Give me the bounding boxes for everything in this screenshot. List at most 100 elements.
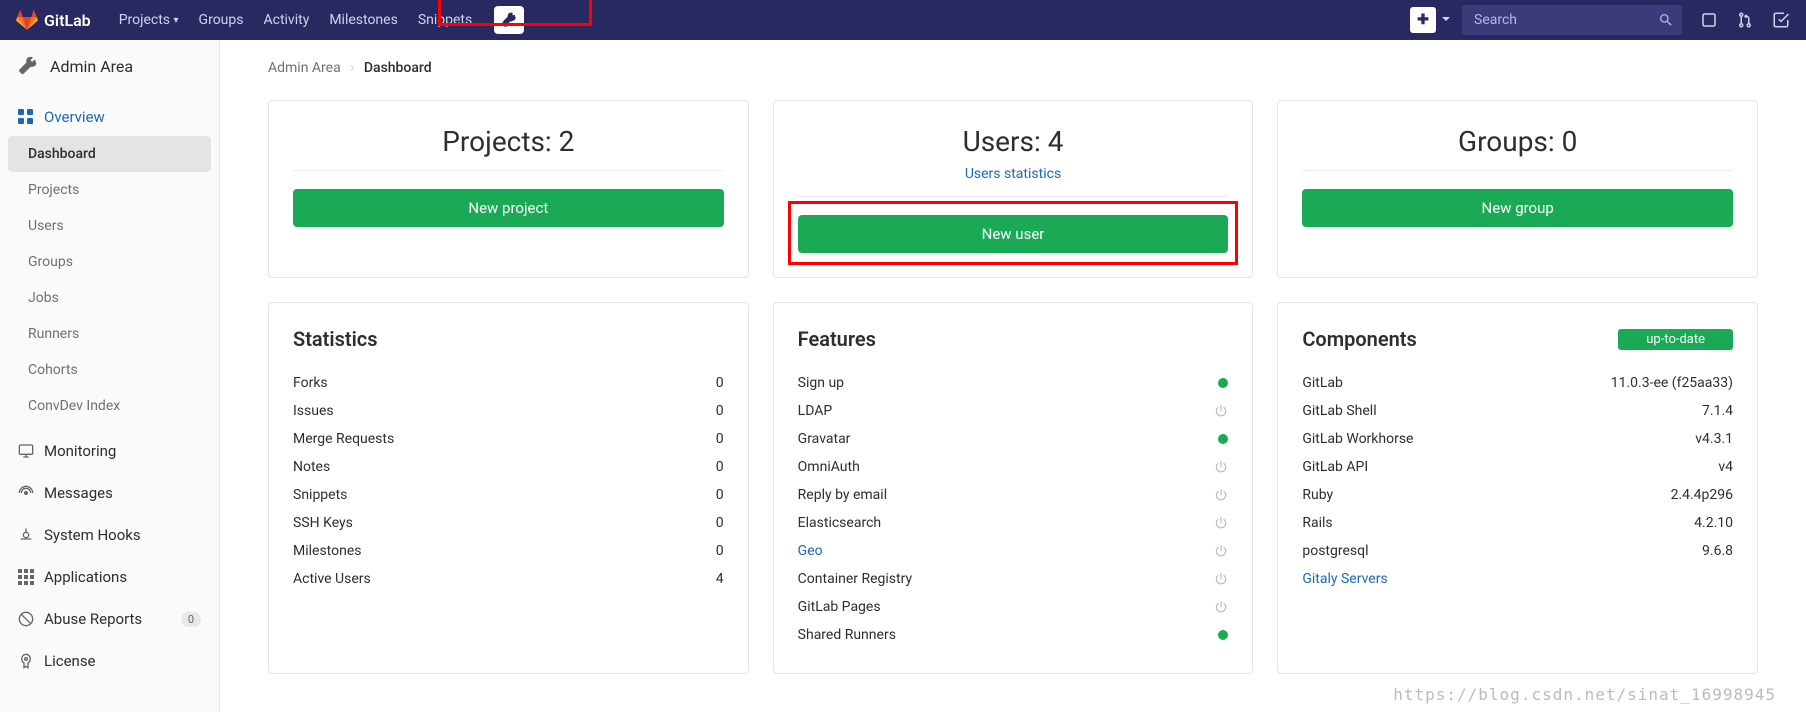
hook-icon bbox=[18, 527, 34, 543]
feature-row: OmniAuth bbox=[798, 453, 1229, 481]
new-dropdown-button[interactable]: ✚ bbox=[1410, 7, 1436, 33]
sidebar-applications[interactable]: Applications bbox=[0, 556, 219, 598]
statistics-heading: Statistics bbox=[293, 327, 724, 351]
merge-request-icon[interactable] bbox=[1736, 11, 1754, 29]
breadcrumb-current: Dashboard bbox=[364, 60, 432, 76]
status-on-icon bbox=[1218, 434, 1228, 444]
sidebar-item-dashboard[interactable]: Dashboard bbox=[8, 136, 211, 172]
sidebar-item-projects[interactable]: Projects bbox=[0, 172, 219, 208]
nav-items: Projects ▾ Groups Activity Milestones Sn… bbox=[109, 0, 483, 40]
monitor-icon bbox=[18, 443, 34, 459]
stat-row: Merge Requests0 bbox=[293, 425, 724, 453]
power-icon bbox=[1214, 404, 1228, 418]
search-icon bbox=[1658, 12, 1674, 28]
groups-card: Groups: 0 New group bbox=[1277, 100, 1758, 278]
sidebar-item-cohorts[interactable]: Cohorts bbox=[0, 352, 219, 388]
feature-row: LDAP bbox=[798, 397, 1229, 425]
nav-milestones[interactable]: Milestones bbox=[319, 0, 408, 40]
search-wrap bbox=[1462, 5, 1682, 35]
nav-groups[interactable]: Groups bbox=[189, 0, 254, 40]
components-panel: Components up-to-date GitLab11.0.3-ee (f… bbox=[1277, 302, 1758, 674]
component-row: Ruby2.4.4p296 bbox=[1302, 481, 1733, 509]
breadcrumb-root[interactable]: Admin Area bbox=[268, 60, 341, 76]
stat-row: Milestones0 bbox=[293, 537, 724, 565]
feature-row: Gravatar bbox=[798, 425, 1229, 453]
power-icon bbox=[1214, 516, 1228, 530]
feature-row: Geo bbox=[798, 537, 1229, 565]
component-row: Rails4.2.10 bbox=[1302, 509, 1733, 537]
feature-row: Container Registry bbox=[798, 565, 1229, 593]
users-card: Users: 4 Users statistics New user bbox=[773, 100, 1254, 278]
nav-projects[interactable]: Projects ▾ bbox=[109, 0, 189, 40]
groups-count: Groups: 0 bbox=[1302, 125, 1733, 158]
top-nav: GitLab Projects ▾ Groups Activity Milest… bbox=[0, 0, 1806, 40]
sidebar-monitoring[interactable]: Monitoring bbox=[0, 430, 219, 472]
sidebar-system-hooks[interactable]: System Hooks bbox=[0, 514, 219, 556]
feature-row: GitLab Pages bbox=[798, 593, 1229, 621]
power-icon bbox=[1214, 600, 1228, 614]
stat-row: Active Users4 bbox=[293, 565, 724, 593]
component-row: GitLab11.0.3-ee (f25aa33) bbox=[1302, 369, 1733, 397]
nav-activity[interactable]: Activity bbox=[253, 0, 319, 40]
component-row: postgresql9.6.8 bbox=[1302, 537, 1733, 565]
feature-row: Shared Runners bbox=[798, 621, 1229, 649]
sidebar-abuse-reports[interactable]: Abuse Reports 0 bbox=[0, 598, 219, 640]
apps-icon bbox=[18, 569, 34, 585]
overview-icon bbox=[18, 109, 34, 125]
todos-icon[interactable] bbox=[1772, 11, 1790, 29]
new-user-button[interactable]: New user bbox=[798, 215, 1229, 253]
feature-row: Sign up bbox=[798, 369, 1229, 397]
stat-row: Notes0 bbox=[293, 453, 724, 481]
component-row: GitLab Shell7.1.4 bbox=[1302, 397, 1733, 425]
issues-icon[interactable] bbox=[1700, 11, 1718, 29]
component-row: Gitaly Servers bbox=[1302, 565, 1733, 593]
license-icon bbox=[18, 653, 34, 669]
watermark: https://blog.csdn.net/sinat_16998945 bbox=[1393, 685, 1776, 704]
features-panel: Features Sign upLDAPGravatarOmniAuthRepl… bbox=[773, 302, 1254, 674]
up-to-date-badge: up-to-date bbox=[1618, 329, 1733, 350]
tanuki-icon bbox=[16, 9, 38, 31]
power-icon bbox=[1214, 488, 1228, 502]
sidebar-item-runners[interactable]: Runners bbox=[0, 316, 219, 352]
gitlab-logo[interactable]: GitLab bbox=[16, 9, 91, 31]
sidebar-overview[interactable]: Overview bbox=[0, 98, 219, 136]
nav-right: ✚ bbox=[1410, 5, 1790, 35]
abuse-icon bbox=[18, 611, 34, 627]
sidebar-item-convdev[interactable]: ConvDev Index bbox=[0, 388, 219, 424]
sidebar-header: Admin Area bbox=[0, 40, 219, 92]
search-input[interactable] bbox=[1462, 5, 1682, 35]
new-project-button[interactable]: New project bbox=[293, 189, 724, 227]
component-row: GitLab APIv4 bbox=[1302, 453, 1733, 481]
wrench-icon bbox=[18, 56, 38, 76]
component-row: GitLab Workhorsev4.3.1 bbox=[1302, 425, 1733, 453]
sidebar-messages[interactable]: Messages bbox=[0, 472, 219, 514]
components-heading: Components bbox=[1302, 327, 1416, 351]
sidebar-item-jobs[interactable]: Jobs bbox=[0, 280, 219, 316]
feature-row: Reply by email bbox=[798, 481, 1229, 509]
projects-card: Projects: 2 New project bbox=[268, 100, 749, 278]
features-heading: Features bbox=[798, 327, 1229, 351]
nav-snippets[interactable]: Snippets bbox=[408, 0, 482, 40]
new-group-button[interactable]: New group bbox=[1302, 189, 1733, 227]
sidebar-item-groups[interactable]: Groups bbox=[0, 244, 219, 280]
feature-row: Elasticsearch bbox=[798, 509, 1229, 537]
projects-count: Projects: 2 bbox=[293, 125, 724, 158]
sidebar: Admin Area Overview Dashboard Projects U… bbox=[0, 40, 220, 712]
wrench-icon bbox=[501, 12, 517, 28]
stat-row: Forks0 bbox=[293, 369, 724, 397]
power-icon bbox=[1214, 460, 1228, 474]
stat-row: Issues0 bbox=[293, 397, 724, 425]
stat-row: SSH Keys0 bbox=[293, 509, 724, 537]
power-icon bbox=[1214, 572, 1228, 586]
sidebar-item-users[interactable]: Users bbox=[0, 208, 219, 244]
broadcast-icon bbox=[18, 485, 34, 501]
users-statistics-link[interactable]: Users statistics bbox=[965, 166, 1061, 182]
sidebar-license[interactable]: License bbox=[0, 640, 219, 682]
users-count: Users: 4 bbox=[798, 125, 1229, 158]
admin-wrench-button[interactable] bbox=[494, 6, 524, 34]
breadcrumb: Admin Area › Dashboard bbox=[268, 60, 1758, 76]
status-on-icon bbox=[1218, 378, 1228, 388]
main-content: Admin Area › Dashboard Projects: 2 New p… bbox=[220, 40, 1806, 712]
brand-text: GitLab bbox=[44, 11, 91, 30]
abuse-count-badge: 0 bbox=[181, 612, 201, 627]
